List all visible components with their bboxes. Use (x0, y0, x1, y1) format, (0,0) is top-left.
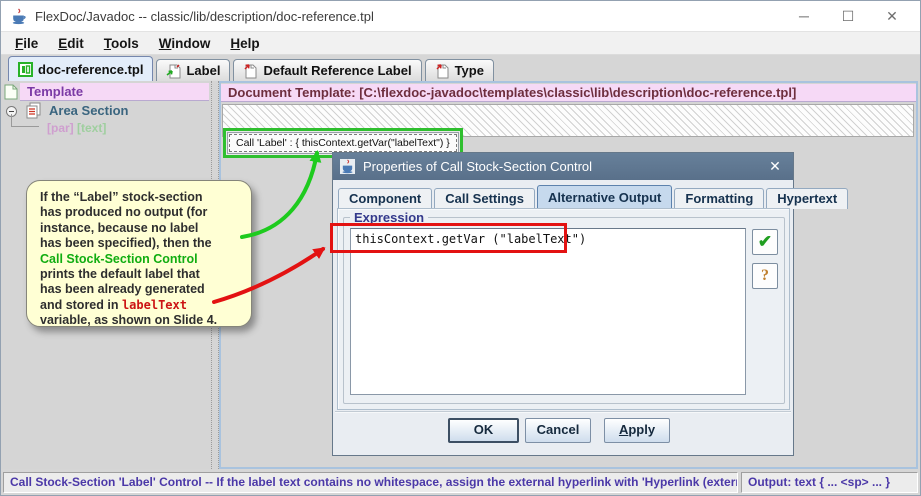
title-bar: FlexDoc/Javadoc -- classic/lib/descripti… (1, 1, 920, 32)
dialog-close-icon[interactable]: ✕ (761, 153, 789, 180)
editor-tab-bar: doc-reference.tpl Label Default Referenc… (1, 55, 920, 81)
help-icon: ? (761, 267, 769, 284)
callout-line: has been already generated (40, 282, 247, 297)
tab-component[interactable]: Component (338, 188, 432, 209)
minimize-button[interactable]: ─ (782, 1, 826, 32)
template-canvas: Call 'Label' : { thisContext.getVar("lab… (222, 104, 914, 137)
menu-tools[interactable]: Tools (94, 36, 149, 51)
tree-connector (11, 114, 39, 127)
tab-default-reference-label[interactable]: Default Reference Label (233, 59, 421, 81)
tab-hypertext[interactable]: Hypertext (766, 188, 848, 209)
tab-type[interactable]: Type (425, 59, 494, 81)
page-red-arrow-icon (435, 63, 450, 79)
tab-label: Label (186, 63, 220, 78)
menu-bar: File Edit Tools Window Help (1, 32, 920, 55)
callout-line: If the “Label” stock-section (40, 190, 247, 205)
status-bar: Call Stock-Section 'Label' Control -- If… (1, 471, 920, 494)
menu-file[interactable]: File (5, 36, 48, 51)
labeltext-variable-reference: labelText (122, 298, 187, 312)
java-logo-icon (340, 159, 355, 174)
dialog-title: Properties of Call Stock-Section Control (363, 159, 592, 174)
callout-line: variable, as shown on Slide 4. (40, 313, 247, 328)
cancel-button[interactable]: Cancel (525, 418, 591, 443)
properties-dialog: Properties of Call Stock-Section Control… (332, 152, 794, 456)
tree-node-area-section[interactable]: Area Section (49, 103, 128, 118)
tab-formatting[interactable]: Formatting (674, 188, 764, 209)
validate-expression-button[interactable]: ✔ (752, 229, 778, 255)
template-grid-icon (18, 62, 33, 77)
par-hint: [par] (47, 121, 74, 135)
document-template-header: Document Template: [C:\flexdoc-javadoc\t… (221, 84, 916, 102)
menu-edit[interactable]: Edit (48, 36, 94, 51)
page-red-arrow-icon (243, 63, 258, 79)
expression-highlight-box (330, 223, 567, 253)
tab-call-settings[interactable]: Call Settings (434, 188, 535, 209)
call-element-text: Call 'Label' : { thisContext.getVar("lab… (229, 134, 457, 152)
call-element-frame: Call 'Label' : { thisContext.getVar("lab… (227, 132, 459, 154)
apply-button[interactable]: Apply (604, 418, 670, 443)
tab-doc-reference[interactable]: doc-reference.tpl (8, 56, 153, 81)
dialog-separator (335, 411, 791, 413)
status-message: Call Stock-Section 'Label' Control -- If… (3, 472, 738, 493)
tree-node-par-text[interactable]: [par] [text] (47, 121, 106, 135)
template-page-icon (4, 84, 18, 100)
close-button[interactable]: ✕ (870, 1, 914, 32)
expression-textarea[interactable]: thisContext.getVar ("labelText") (350, 228, 746, 395)
dialog-tab-bar: Component Call Settings Alternative Outp… (338, 186, 850, 209)
callout-line: and stored in labelText (40, 298, 247, 313)
tab-label: Default Reference Label (263, 63, 411, 78)
menu-help[interactable]: Help (220, 36, 269, 51)
maximize-button[interactable]: ☐ (826, 1, 870, 32)
page-import-icon (166, 63, 181, 79)
tab-label-section[interactable]: Label (156, 59, 230, 81)
annotation-callout: If the “Label” stock-section has produce… (26, 180, 252, 327)
callout-line: has been specified), then the (40, 236, 247, 251)
status-output: Output: text { ... <sp> ... } (741, 472, 918, 493)
tab-label: doc-reference.tpl (38, 62, 143, 77)
tree-root-template[interactable]: Template (20, 83, 209, 101)
java-logo-icon (10, 8, 27, 25)
ok-button[interactable]: OK (448, 418, 519, 443)
callout-line: has produced no output (for (40, 205, 247, 220)
tab-alternative-output[interactable]: Alternative Output (537, 185, 672, 209)
callout-control-reference: Call Stock-Section Control (40, 252, 247, 267)
text-hint: [text] (77, 121, 106, 135)
callout-line: prints the default label that (40, 267, 247, 282)
check-icon: ✔ (758, 232, 772, 251)
application-window: FlexDoc/Javadoc -- classic/lib/descripti… (0, 0, 921, 496)
tab-label: Type (455, 63, 484, 78)
dialog-title-bar: Properties of Call Stock-Section Control… (333, 153, 793, 180)
menu-window[interactable]: Window (149, 36, 221, 51)
callout-line: instance, because no label (40, 221, 247, 236)
expression-help-button[interactable]: ? (752, 263, 778, 289)
window-title: FlexDoc/Javadoc -- classic/lib/descripti… (35, 9, 374, 24)
